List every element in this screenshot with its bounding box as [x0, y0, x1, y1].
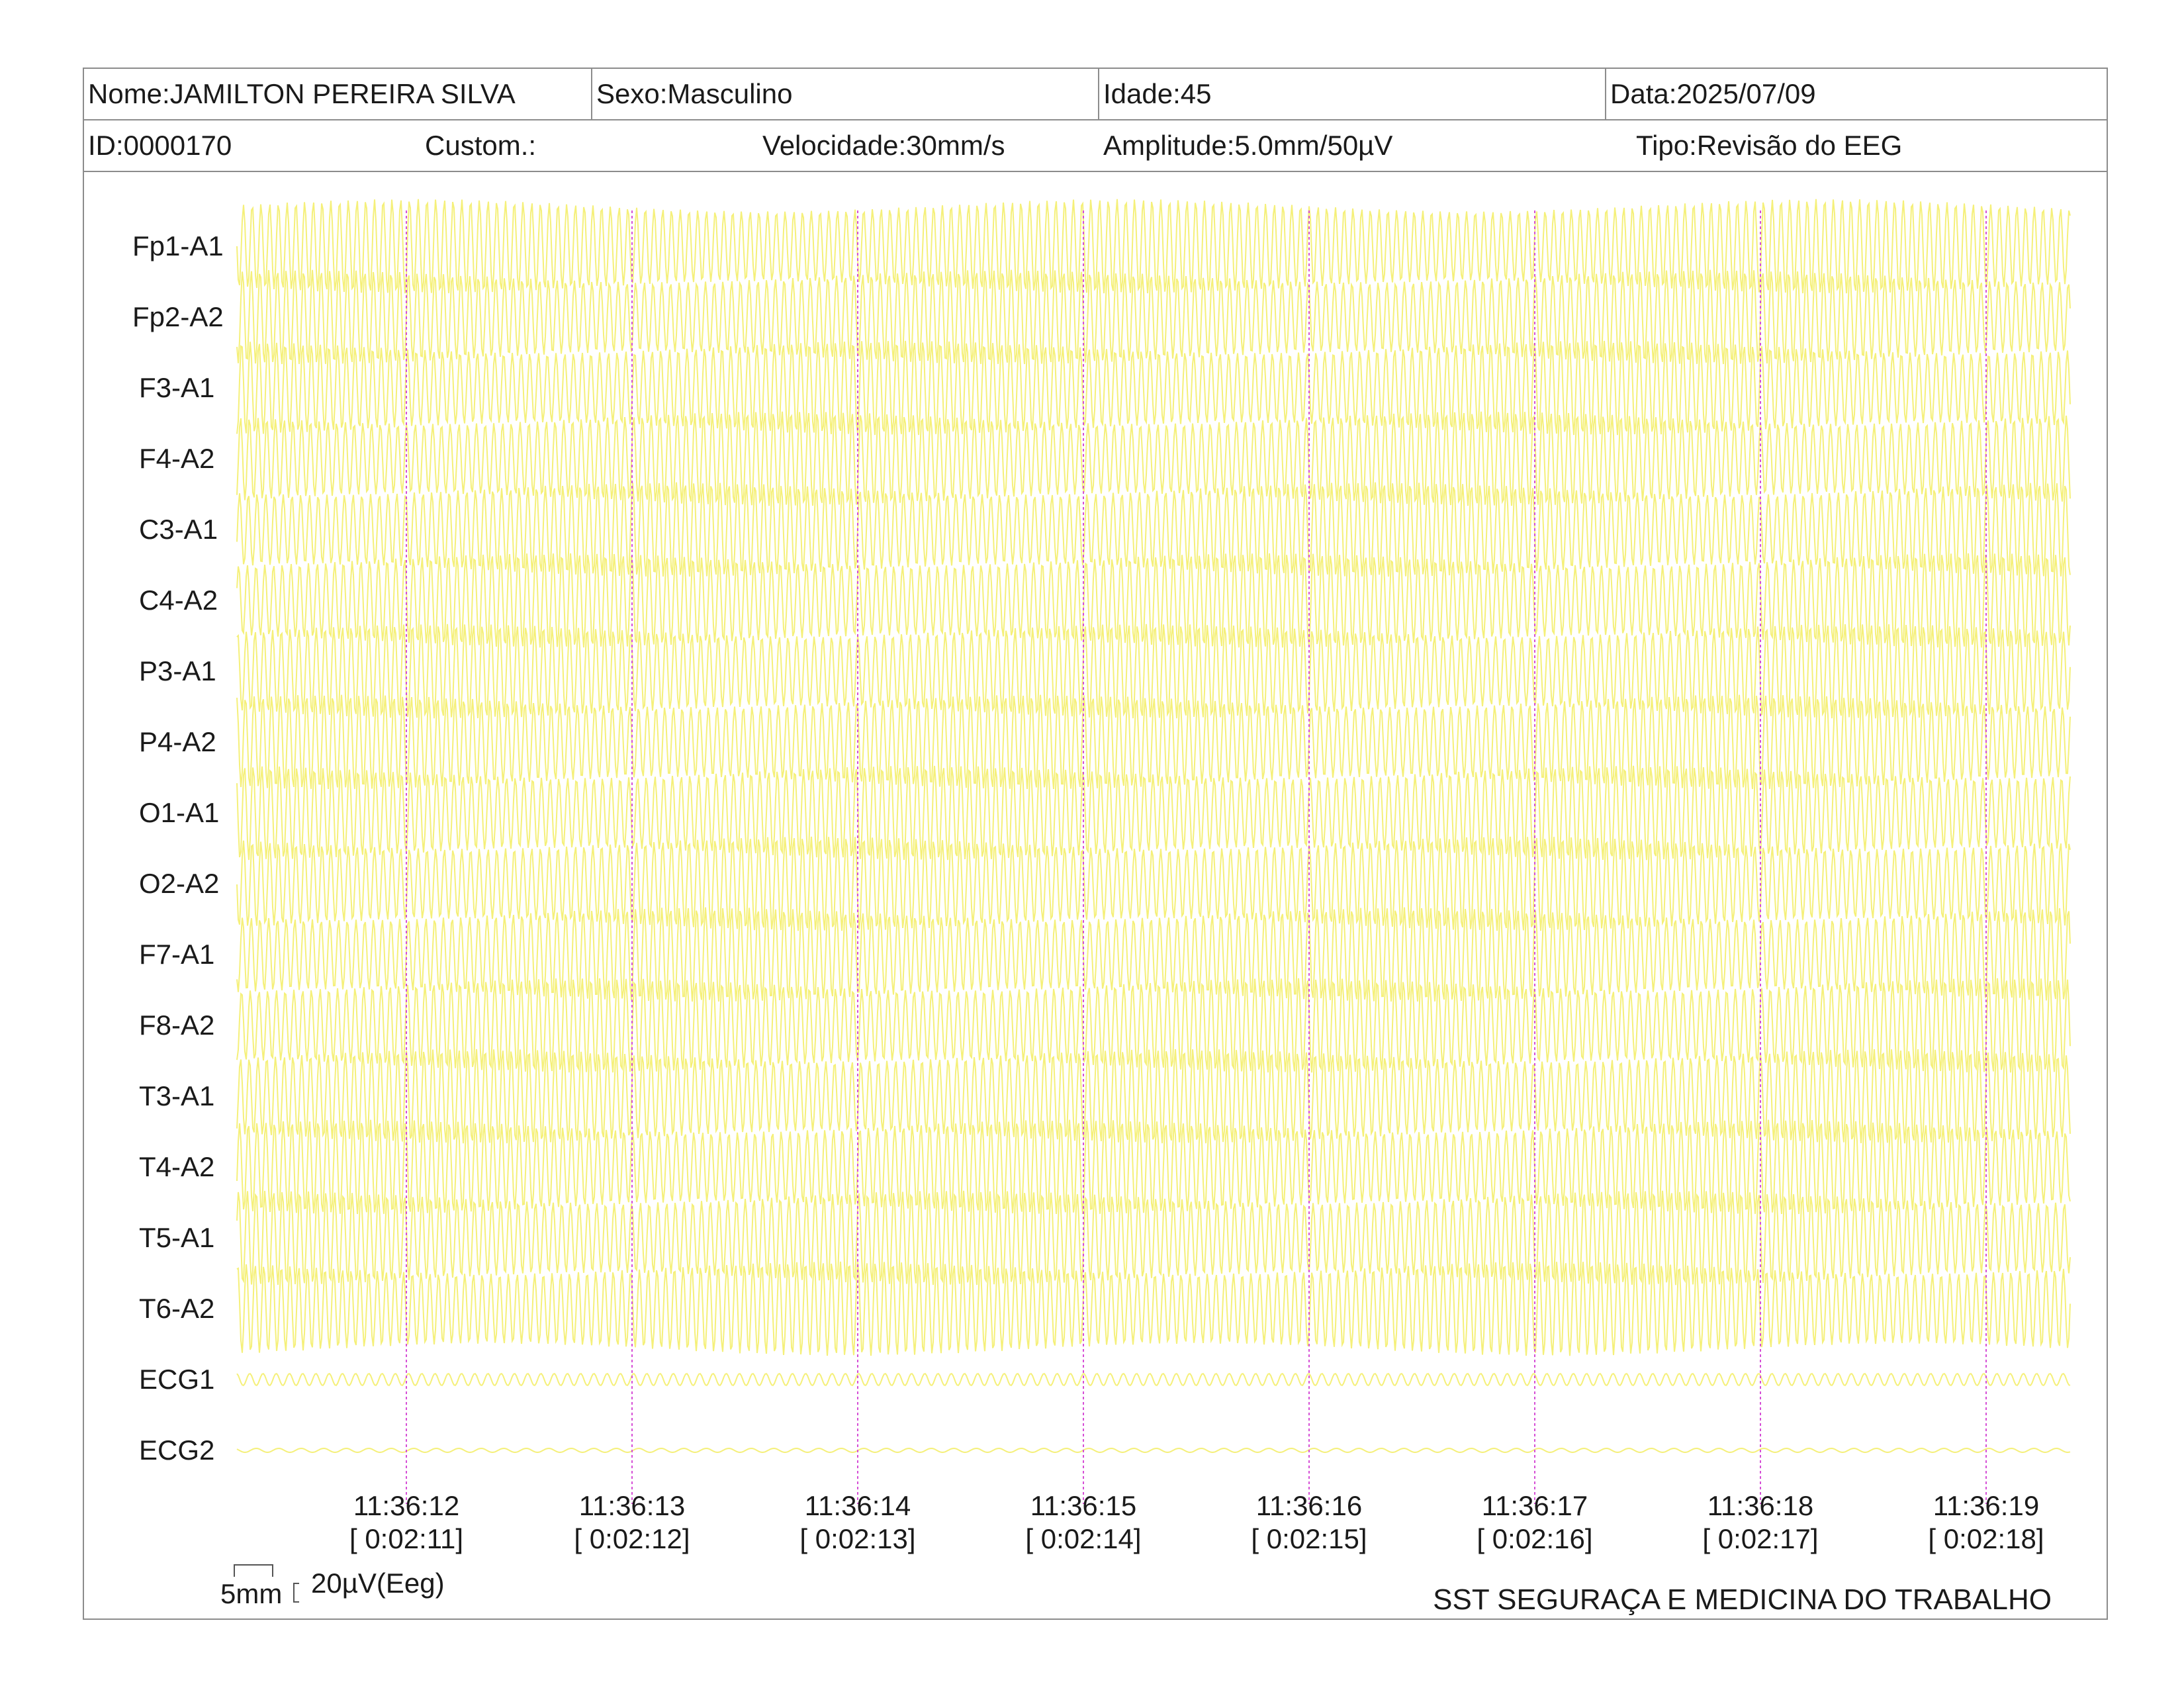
eeg-trace — [236, 199, 2071, 294]
time-mark: 11:36:15[ 0:02:14] — [1025, 1489, 1141, 1556]
time-mark-elapsed: [ 0:02:15] — [1251, 1523, 1367, 1554]
channel-label: ECG1 — [139, 1364, 215, 1395]
time-mark-clock: 11:36:13 — [578, 1490, 686, 1521]
eeg-trace — [236, 1261, 2071, 1356]
eeg-trace — [236, 482, 2071, 577]
eeg-trace — [236, 1447, 2071, 1454]
channel-label: T3-A1 — [139, 1080, 215, 1111]
time-mark: 11:36:14[ 0:02:13] — [799, 1489, 915, 1556]
time-mark-clock: 11:36:14 — [804, 1490, 911, 1521]
eeg-trace — [236, 1373, 2071, 1386]
scale-time-label: 5mm — [220, 1578, 283, 1609]
channel-label: T5-A1 — [139, 1222, 215, 1253]
channel-label: F8-A2 — [139, 1009, 215, 1041]
time-mark: 11:36:12[ 0:02:11] — [349, 1489, 463, 1556]
time-mark-elapsed: [ 0:02:16] — [1477, 1523, 1593, 1554]
channel-label: Fp1-A1 — [132, 230, 224, 261]
eeg-trace — [236, 1119, 2071, 1215]
time-mark-clock: 11:36:12 — [353, 1490, 460, 1521]
time-mark-elapsed: [ 0:02:14] — [1025, 1523, 1142, 1554]
channel-label: T6-A2 — [139, 1293, 215, 1324]
channel-label: P4-A2 — [139, 726, 216, 757]
channel-label: C4-A2 — [139, 585, 218, 616]
time-mark-elapsed: [ 0:02:17] — [1702, 1523, 1819, 1554]
spacer — [232, 1562, 238, 1563]
time-mark-elapsed: [ 0:02:18] — [1928, 1523, 2044, 1554]
channel-label: T4-A2 — [139, 1151, 215, 1182]
channel-label: O2-A2 — [139, 868, 220, 899]
time-mark-elapsed: [ 0:02:11] — [349, 1523, 464, 1554]
scale-amplitude-label: 20µV(Eeg) — [311, 1568, 445, 1599]
time-mark: 11:36:17[ 0:02:16] — [1477, 1489, 1592, 1556]
channel-label: ECG2 — [139, 1434, 215, 1466]
channel-label: Fp2-A2 — [132, 301, 224, 332]
channel-label: P3-A1 — [139, 655, 216, 686]
channel-label: F3-A1 — [139, 372, 215, 403]
eeg-trace — [236, 340, 2071, 436]
time-mark: 11:36:19[ 0:02:18] — [1928, 1489, 2044, 1556]
time-mark-clock: 11:36:18 — [1707, 1490, 1814, 1521]
time-mark: 11:36:13[ 0:02:12] — [574, 1489, 690, 1556]
channel-label: C3-A1 — [139, 514, 218, 545]
eeg-trace — [236, 411, 2071, 506]
eeg-traces — [236, 199, 2071, 1504]
time-mark-elapsed: [ 0:02:13] — [799, 1523, 916, 1554]
channel-label: O1-A1 — [139, 797, 220, 828]
time-mark: 11:36:18[ 0:02:17] — [1702, 1489, 1818, 1556]
time-mark-clock: 11:36:19 — [1933, 1490, 2040, 1521]
time-mark-clock: 11:36:16 — [1255, 1490, 1363, 1521]
company-name: SST SEGURAÇA E MEDICINA DO TRABALHO — [1433, 1583, 2052, 1616]
time-mark-clock: 11:36:15 — [1030, 1490, 1137, 1521]
channel-label: F7-A1 — [139, 939, 215, 970]
time-mark-elapsed: [ 0:02:12] — [574, 1523, 690, 1554]
time-mark: 11:36:16[ 0:02:15] — [1251, 1489, 1367, 1556]
time-mark-clock: 11:36:17 — [1481, 1490, 1588, 1521]
channel-label: F4-A2 — [139, 443, 215, 474]
